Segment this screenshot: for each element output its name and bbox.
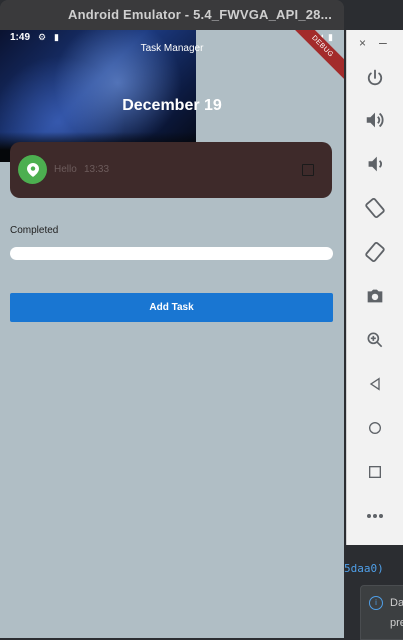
close-icon[interactable]: ×: [359, 36, 366, 50]
overview-icon[interactable]: [361, 458, 389, 486]
volume-up-icon[interactable]: [361, 106, 389, 134]
task-checkbox[interactable]: [302, 164, 314, 176]
power-icon[interactable]: [361, 64, 389, 92]
settings-icon: ⚙: [38, 32, 47, 42]
back-icon[interactable]: [361, 370, 389, 398]
notification-text-line1: Da: [390, 597, 403, 609]
date-heading: December 19: [122, 97, 222, 114]
task-time: 13:33: [84, 164, 110, 175]
camera-icon[interactable]: [361, 282, 389, 310]
completion-progress-bar: [10, 247, 333, 260]
volume-down-icon[interactable]: [361, 150, 389, 178]
notification-text-line2: pre: [390, 617, 403, 629]
rotate-left-icon[interactable]: [361, 194, 389, 222]
completed-label: Completed: [10, 225, 59, 236]
task-avatar: [18, 155, 47, 184]
add-task-button[interactable]: Add Task: [10, 293, 333, 322]
status-bar: 1:49 ⚙ ▮ ▾ ◢ ▮: [0, 30, 344, 46]
device-screen: 1:49 ⚙ ▮ ▾ ◢ ▮ DEBUG Task Manager Decemb…: [0, 30, 344, 638]
sd-card-icon: ▮: [54, 32, 59, 42]
emulator-side-toolbar: × –: [346, 30, 403, 545]
emulator-title-bar[interactable]: Android Emulator - 5.4_FWVGA_API_28...: [0, 0, 344, 30]
status-time: 1:49: [10, 32, 31, 43]
zoom-icon[interactable]: [361, 326, 389, 354]
minimize-icon[interactable]: –: [379, 34, 387, 50]
task-title: Hello: [54, 164, 77, 175]
more-icon[interactable]: [361, 502, 389, 530]
task-card[interactable]: Hello 13:33: [10, 142, 332, 198]
battery-icon: ▮: [328, 32, 333, 42]
home-icon[interactable]: [361, 414, 389, 442]
emulator-window: Android Emulator - 5.4_FWVGA_API_28... 1…: [0, 0, 344, 638]
ide-background: 5daa0) i Da pre: [344, 545, 403, 640]
location-pin-icon: [26, 162, 39, 177]
rotate-right-icon[interactable]: [361, 238, 389, 266]
ide-code-fragment: 5daa0): [344, 562, 384, 575]
emulator-title: Android Emulator - 5.4_FWVGA_API_28...: [68, 7, 333, 22]
side-toolbar-header: × –: [347, 34, 403, 54]
info-icon: i: [369, 596, 383, 610]
ide-notification[interactable]: i Da pre: [360, 585, 403, 640]
